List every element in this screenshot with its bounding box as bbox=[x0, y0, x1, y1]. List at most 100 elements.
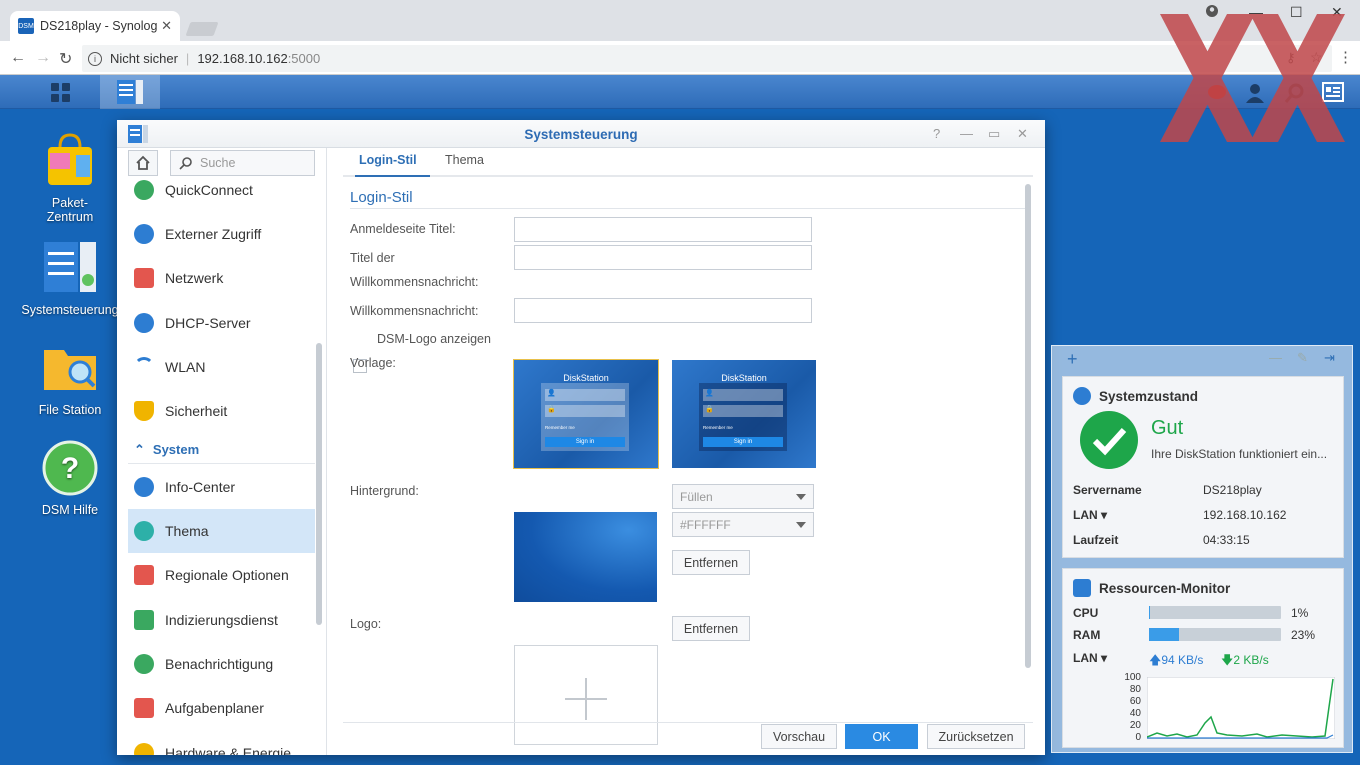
close-icon[interactable]: ✕ bbox=[1017, 126, 1028, 142]
add-widget-icon[interactable]: + bbox=[1067, 349, 1078, 370]
widget-title: Ressourcen-Monitor bbox=[1099, 580, 1231, 596]
page-title-label: Anmeldeseite Titel: bbox=[350, 222, 456, 236]
template-sign-in: Sign in bbox=[545, 437, 625, 447]
sidebar-item-task-scheduler[interactable]: Aufgabenplaner bbox=[128, 686, 315, 730]
desktop-icon-control-panel[interactable]: Systemsteuerung bbox=[20, 240, 120, 317]
main-menu-button[interactable] bbox=[20, 75, 100, 109]
server-name-label: Servername bbox=[1073, 483, 1142, 497]
preview-button[interactable]: Vorschau bbox=[761, 724, 837, 749]
uptime-label: Laufzeit bbox=[1073, 533, 1119, 547]
window-title: Systemsteuerung bbox=[524, 127, 638, 142]
cpu-bar bbox=[1149, 606, 1281, 619]
dsm-taskbar bbox=[0, 75, 1360, 109]
sidebar-item-network[interactable]: Netzwerk bbox=[128, 256, 315, 300]
desktop-icon-package-center[interactable]: Paket- Zentrum bbox=[20, 133, 120, 224]
remove-background-button[interactable]: Entfernen bbox=[672, 550, 750, 575]
reset-button[interactable]: Zurücksetzen bbox=[927, 724, 1025, 749]
chat-bubble-icon bbox=[134, 654, 154, 674]
active-tab-indicator bbox=[355, 175, 430, 177]
window-titlebar[interactable]: Systemsteuerung ? — ▭ ✕ bbox=[117, 120, 1045, 148]
welcome-title-label-1: Titel der bbox=[350, 251, 395, 265]
address-bar[interactable]: i Nicht sicher | 192.168.10.162:5000 bbox=[82, 45, 1332, 72]
group-label: System bbox=[152, 442, 200, 457]
wifi-icon bbox=[134, 357, 154, 377]
collapse-widgets-icon[interactable]: ⇥ bbox=[1324, 350, 1335, 366]
new-tab-button[interactable] bbox=[185, 22, 219, 36]
tab-login-style[interactable]: Login-Stil bbox=[359, 153, 417, 167]
quickconnect-icon bbox=[134, 180, 154, 200]
forward-icon[interactable]: → bbox=[35, 49, 51, 67]
sidebar-group-system[interactable]: ⌃ System bbox=[128, 436, 315, 464]
folder-search-icon bbox=[44, 350, 96, 390]
widgets-toolbar: + — ✎ ⇥ bbox=[1052, 346, 1352, 374]
palette-icon bbox=[134, 521, 154, 541]
sidebar-item-security[interactable]: Sicherheit bbox=[128, 389, 315, 433]
widgets-panel: + — ✎ ⇥ Systemzustand Gut Ihre DiskStati… bbox=[1051, 345, 1353, 753]
download-rate: 🡇2 KB/s bbox=[1221, 651, 1269, 672]
sidebar-item-wlan[interactable]: WLAN bbox=[128, 345, 315, 389]
lan-label[interactable]: LAN ▾ bbox=[1073, 651, 1107, 665]
minimize-icon[interactable]: — bbox=[960, 126, 973, 141]
background-preview[interactable] bbox=[514, 512, 657, 602]
sidebar-item-theme[interactable]: Thema bbox=[128, 509, 315, 553]
browser-tab[interactable]: DSM DS218play - Synology Di ✕ bbox=[10, 11, 180, 41]
lan-label[interactable]: LAN ▾ bbox=[1073, 508, 1203, 522]
desktop-icon-file-station[interactable]: File Station bbox=[20, 340, 120, 417]
tab-theme[interactable]: Thema bbox=[445, 153, 484, 167]
sidebar-item-quickconnect[interactable]: QuickConnect bbox=[128, 168, 315, 212]
watermark-logo bbox=[1160, 14, 1345, 142]
template-option-1[interactable]: DiskStation 👤 🔒 Remember me Sign in bbox=[513, 359, 659, 469]
sidebar-scrollbar[interactable] bbox=[316, 343, 322, 625]
network-traffic-chart bbox=[1147, 677, 1335, 739]
sidebar-item-dhcp-server[interactable]: DHCP-Server bbox=[128, 301, 315, 345]
section-title: Login-Stil bbox=[350, 189, 413, 206]
desktop-icon-dsm-help[interactable]: ? DSM Hilfe bbox=[20, 440, 120, 517]
pin-icon[interactable]: ✎ bbox=[1297, 350, 1308, 366]
background-color-value: #FFFFFF bbox=[680, 517, 731, 532]
ok-button[interactable]: OK bbox=[845, 724, 918, 749]
minimize-widget-icon[interactable]: — bbox=[1269, 350, 1282, 365]
lan-value: 192.168.10.162 bbox=[1203, 508, 1287, 522]
template-remember: Remember me bbox=[703, 425, 733, 430]
security-label: Nicht sicher bbox=[110, 51, 178, 66]
template-option-2[interactable]: DiskStation 👤 🔒 Remember me Sign in bbox=[672, 360, 816, 468]
sidebar-item-label: DHCP-Server bbox=[165, 315, 251, 331]
control-panel-window: Systemsteuerung ? — ▭ ✕ Suche QuickConne… bbox=[117, 120, 1045, 755]
browser-tab-title: DS218play - Synology Di bbox=[40, 19, 158, 33]
sidebar-item-indexing-service[interactable]: Indizierungsdienst bbox=[128, 598, 315, 642]
maximize-icon[interactable]: ▭ bbox=[988, 126, 1000, 142]
remove-logo-button[interactable]: Entfernen bbox=[672, 616, 750, 641]
browser-toolbar: ← → ↻ i Nicht sicher | 192.168.10.162:50… bbox=[0, 41, 1360, 75]
globe-icon bbox=[134, 224, 154, 244]
monitor-icon bbox=[1073, 579, 1091, 597]
sidebar-item-external-access[interactable]: Externer Zugriff bbox=[128, 212, 315, 256]
welcome-title-input[interactable] bbox=[514, 245, 812, 270]
help-icon: ? bbox=[42, 440, 98, 496]
content-scrollbar[interactable] bbox=[1025, 184, 1031, 668]
svg-text:?: ? bbox=[61, 452, 79, 485]
sidebar-item-regional-options[interactable]: Regionale Optionen bbox=[128, 553, 315, 597]
back-icon[interactable]: ← bbox=[10, 49, 26, 67]
background-color-select[interactable]: #FFFFFF bbox=[672, 512, 814, 537]
logo-upload-box[interactable] bbox=[514, 645, 658, 745]
sidebar-item-info-center[interactable]: Info-Center bbox=[128, 465, 315, 509]
sidebar-item-hardware-power[interactable]: Hardware & Energie bbox=[128, 731, 315, 755]
reload-icon[interactable]: ↻ bbox=[59, 49, 72, 69]
resource-monitor-widget: Ressourcen-Monitor CPU 1% RAM 23% LAN ▾ … bbox=[1062, 568, 1344, 748]
welcome-title-label-2: Willkommensnachricht: bbox=[350, 275, 479, 289]
health-status: Gut bbox=[1151, 417, 1184, 439]
sidebar-item-notification[interactable]: Benachrichtigung bbox=[128, 642, 315, 686]
taskbar-systemsteuerung-button[interactable] bbox=[100, 75, 160, 109]
page-title-input[interactable] bbox=[514, 217, 812, 242]
show-logo-label: DSM-Logo anzeigen bbox=[377, 332, 491, 346]
fill-mode-select[interactable]: Füllen bbox=[672, 484, 814, 509]
template-label: Vorlage: bbox=[350, 356, 396, 370]
lan-label-text: LAN bbox=[1073, 508, 1098, 522]
help-icon[interactable]: ? bbox=[933, 126, 940, 141]
close-tab-icon[interactable]: ✕ bbox=[161, 18, 172, 34]
calendar-clock-icon bbox=[134, 565, 154, 585]
info-icon[interactable]: i bbox=[88, 51, 102, 66]
desktop-icon-label: Systemsteuerung bbox=[21, 303, 119, 317]
sidebar-item-label: Thema bbox=[165, 523, 209, 539]
welcome-message-input[interactable] bbox=[514, 298, 812, 323]
